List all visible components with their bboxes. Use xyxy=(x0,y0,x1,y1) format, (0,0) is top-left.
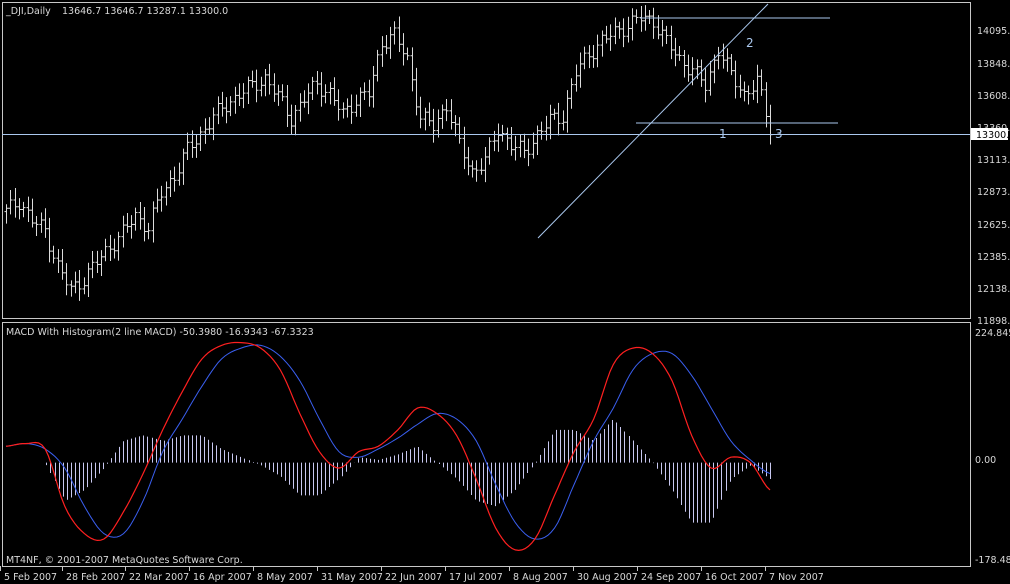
chart-ohlc: 13646.7 13646.7 13287.1 13300.0 xyxy=(62,6,228,17)
price-tick: 11898.0 xyxy=(977,316,1010,327)
price-tick: 14095.5 xyxy=(977,26,1010,37)
macd-tick: 224.8458 xyxy=(975,328,1010,339)
annotation-2: 2 xyxy=(746,36,754,50)
annotation-3: 3 xyxy=(775,127,783,141)
macd-tick: 0.00 xyxy=(975,455,996,466)
date-tick: 30 Aug 2007 xyxy=(577,572,638,583)
date-tick: 22 Jun 2007 xyxy=(385,572,442,583)
date-tick: 5 Feb 2007 xyxy=(4,572,57,583)
macd-header: MACD With Histogram(2 line MACD) -50.398… xyxy=(6,327,314,338)
date-tick: 24 Sep 2007 xyxy=(641,572,701,583)
annotation-1: 1 xyxy=(719,127,727,141)
date-tick: 8 May 2007 xyxy=(257,572,313,583)
price-tick: 13848.0 xyxy=(977,59,1010,70)
current-price-label: 13300.0 xyxy=(976,130,1010,141)
chart-symbol: _DJI,Daily xyxy=(5,6,51,17)
price-tick: 12385.5 xyxy=(977,252,1010,263)
price-tick: 13113.0 xyxy=(977,155,1010,166)
date-tick: 16 Oct 2007 xyxy=(705,572,764,583)
price-tick: 12625.5 xyxy=(977,220,1010,231)
date-tick: 8 Aug 2007 xyxy=(513,572,568,583)
price-tick: 12873.0 xyxy=(977,187,1010,198)
macd-tick: -178.482 xyxy=(975,555,1010,566)
chart-window: _DJI,Daily 13646.7 13646.7 13287.1 13300… xyxy=(0,0,1010,584)
date-tick: 17 Jul 2007 xyxy=(449,572,503,583)
date-tick: 22 Mar 2007 xyxy=(129,572,189,583)
date-tick: 28 Feb 2007 xyxy=(66,572,125,583)
date-tick: 16 Apr 2007 xyxy=(193,572,252,583)
price-tick: 13608.0 xyxy=(977,91,1010,102)
price-tick: 12138.0 xyxy=(977,284,1010,295)
background xyxy=(0,0,1010,584)
date-tick: 31 May 2007 xyxy=(321,572,383,583)
copyright: MT4NF, © 2001-2007 MetaQuotes Software C… xyxy=(6,555,243,566)
date-tick: 7 Nov 2007 xyxy=(769,572,824,583)
